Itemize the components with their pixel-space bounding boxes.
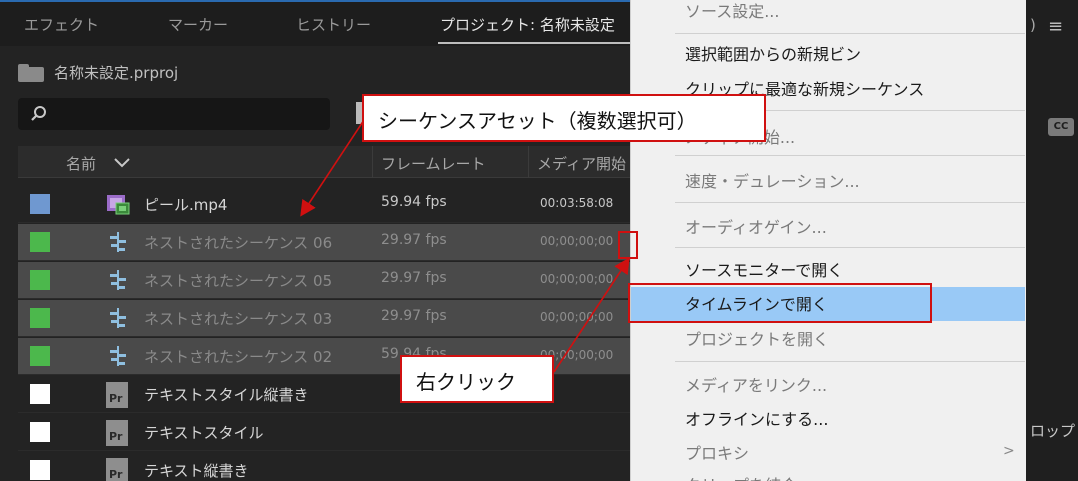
frame-rate-cell: 29.97 fps	[381, 308, 447, 324]
video-file-icon	[106, 192, 130, 216]
premiere-file-icon: Pr	[106, 382, 130, 408]
premiere-file-icon: Pr	[106, 420, 130, 446]
hamburger-menu-icon[interactable]: ≡	[1048, 16, 1063, 37]
column-name-header[interactable]: 名前	[66, 153, 96, 174]
menu-item[interactable]: ソース設定...	[685, 0, 779, 22]
search-icon	[31, 106, 46, 121]
column-divider[interactable]	[372, 146, 373, 178]
project-path: 名称未設定.prproj	[18, 62, 178, 83]
active-tab-underline	[438, 42, 638, 44]
sequence-icon	[106, 268, 130, 292]
menu-item[interactable]: オフラインにする...	[685, 406, 828, 430]
menu-item[interactable]: ソースモニターで開く	[685, 257, 843, 281]
item-name: ネストされたシーケンス 02	[144, 348, 333, 366]
menu-item[interactable]: 選択範囲からの新規ビン	[685, 41, 861, 65]
media-start-cell: 00;00;00;00	[540, 310, 614, 324]
partial-label-top: )	[1030, 16, 1036, 34]
right-side-panel: ) ≡ CC ロップ	[1026, 0, 1078, 481]
frame-rate-cell: 29.97 fps	[381, 232, 447, 248]
table-row[interactable]: Pr テキストスタイル	[18, 414, 640, 451]
closed-captions-icon[interactable]: CC	[1048, 118, 1074, 136]
label-color-swatch[interactable]	[30, 422, 50, 442]
frame-rate-cell: 29.97 fps	[381, 270, 447, 286]
column-framerate-header[interactable]: フレームレート	[381, 153, 486, 174]
tab-markers[interactable]: マーカー	[168, 14, 228, 35]
column-header-row: 名前 フレームレート メディア開始	[18, 146, 640, 178]
menu-item[interactable]: メディアをリンク...	[685, 372, 827, 396]
tab-project[interactable]: プロジェクト: 名称未設定	[440, 14, 615, 35]
premiere-file-icon: Pr	[106, 458, 130, 481]
folder-up-icon[interactable]	[18, 63, 44, 82]
column-divider[interactable]	[528, 146, 529, 178]
label-color-swatch[interactable]	[30, 346, 50, 366]
item-name: ネストされたシーケンス 06	[144, 234, 333, 252]
item-name: ネストされたシーケンス 03	[144, 310, 333, 328]
sequence-icon	[106, 230, 130, 254]
item-name: ネストされたシーケンス 05	[144, 272, 333, 290]
panel-tab-bar: エフェクト マーカー ヒストリー プロジェクト: 名称未設定	[0, 0, 640, 46]
frame-rate-cell: 59.94 fps	[381, 194, 447, 210]
partial-label: ロップ	[1030, 422, 1076, 440]
label-color-swatch[interactable]	[30, 232, 50, 252]
sequence-icon	[106, 344, 130, 368]
item-name: テキストスタイル縦書き	[144, 386, 309, 404]
media-start-cell: 00;00;00;00	[540, 234, 614, 248]
label-color-swatch[interactable]	[30, 194, 50, 214]
annotation-sequence-assets: シーケンスアセット（複数選択可）	[362, 94, 766, 142]
menu-item[interactable]: プロキシ	[685, 440, 749, 464]
menu-separator	[675, 361, 1025, 362]
media-start-cell: 00;00;00;00	[540, 272, 614, 286]
menu-item[interactable]: 速度・デュレーション...	[685, 168, 860, 192]
menu-item[interactable]: プロジェクトを開く	[685, 326, 829, 350]
label-color-swatch[interactable]	[30, 384, 50, 404]
media-start-cell: 00:03:58:08	[540, 196, 614, 210]
highlight-outline	[628, 283, 932, 323]
item-name: テキスト縦書き	[144, 462, 249, 480]
context-menu: ソース設定...選択範囲からの新規ビンクリップに最適な新規シーケンスメディア開始…	[630, 0, 1026, 481]
label-color-swatch[interactable]	[30, 308, 50, 328]
tab-history[interactable]: ヒストリー	[296, 14, 371, 35]
item-name: ピール.mp4	[144, 196, 228, 214]
table-row[interactable]: ネストされたシーケンス 05 29.97 fps 00;00;00;00	[18, 262, 640, 299]
chevron-down-icon[interactable]	[114, 158, 130, 168]
label-color-swatch[interactable]	[30, 460, 50, 480]
annotation-right-click: 右クリック	[400, 355, 554, 403]
sequence-icon	[106, 306, 130, 330]
table-row[interactable]: Pr テキスト縦書き	[18, 452, 640, 481]
menu-separator	[675, 33, 1025, 34]
tab-effects[interactable]: エフェクト	[24, 14, 99, 35]
table-row[interactable]: ネストされたシーケンス 03 29.97 fps 00;00;00;00	[18, 300, 640, 337]
submenu-arrow-icon: >	[1003, 443, 1015, 459]
table-row[interactable]: ネストされたシーケンス 06 29.97 fps 00;00;00;00	[18, 224, 640, 261]
menu-separator	[675, 202, 1025, 203]
label-color-swatch[interactable]	[30, 270, 50, 290]
item-name: テキストスタイル	[144, 424, 264, 442]
column-media-start-header[interactable]: メディア開始	[537, 153, 626, 174]
search-input[interactable]	[18, 98, 330, 130]
menu-item[interactable]: クリップを結合	[685, 472, 797, 481]
project-file-name: 名称未設定.prproj	[54, 64, 179, 82]
menu-separator	[675, 155, 1025, 156]
menu-separator	[675, 247, 1025, 248]
menu-item[interactable]: オーディオゲイン...	[685, 214, 827, 238]
cursor-marker	[618, 231, 638, 259]
table-row[interactable]: ピール.mp4 59.94 fps 00:03:58:08	[18, 186, 640, 223]
